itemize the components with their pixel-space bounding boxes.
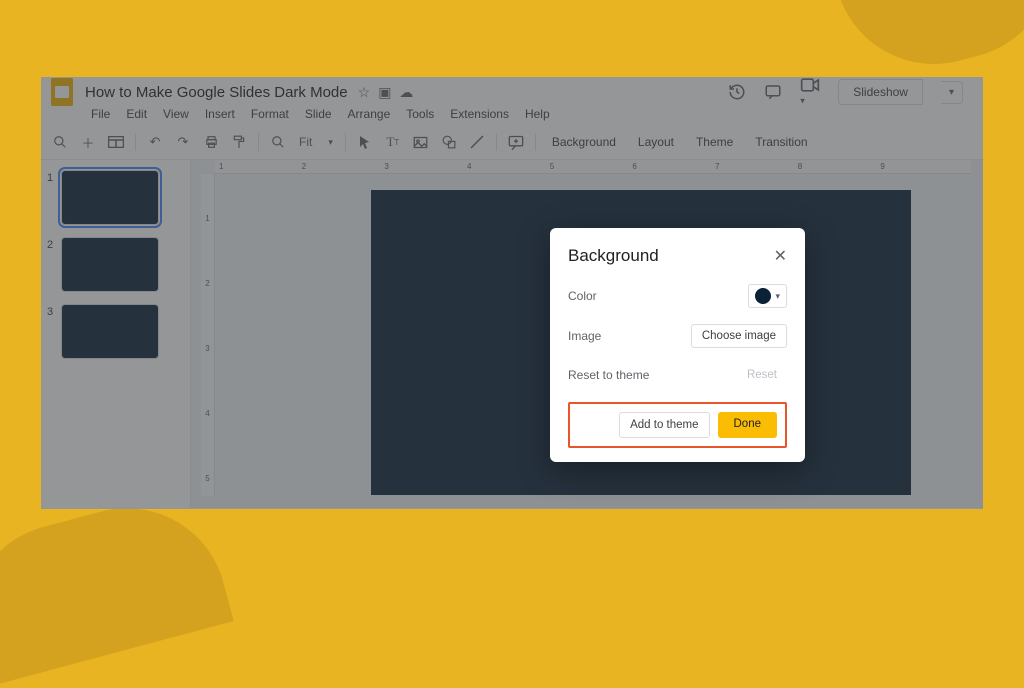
transition-button[interactable]: Transition: [747, 135, 815, 149]
menu-arrange[interactable]: Arrange: [342, 105, 397, 123]
dialog-title: Background: [568, 246, 659, 266]
thumbnail-item[interactable]: 3: [47, 304, 180, 359]
document-title[interactable]: How to Make Google Slides Dark Mode: [85, 84, 348, 101]
google-slides-window: How to Make Google Slides Dark Mode ☆ ▣ …: [41, 77, 983, 509]
color-picker-button[interactable]: ▾: [748, 284, 787, 308]
thumbnail-preview[interactable]: [61, 237, 159, 292]
paint-format-icon[interactable]: [228, 131, 250, 153]
decorative-shape-top-right: [832, 0, 1024, 86]
title-bar: How to Make Google Slides Dark Mode ☆ ▣ …: [41, 77, 983, 103]
slideshow-dropdown[interactable]: ▾: [941, 81, 963, 104]
thumbnail-item[interactable]: 1: [47, 170, 180, 225]
done-button[interactable]: Done: [718, 412, 778, 438]
horizontal-ruler: 1 2 3 4 5 6 7 8 9: [215, 160, 971, 174]
image-icon[interactable]: [410, 131, 432, 153]
close-icon[interactable]: ✕: [774, 246, 787, 266]
ruler-tick: 2: [205, 279, 209, 288]
layout-picker-icon[interactable]: [105, 131, 127, 153]
theme-button[interactable]: Theme: [688, 135, 741, 149]
thumbnail-number: 2: [47, 237, 55, 251]
new-slide-icon[interactable]: ＋: [77, 131, 99, 153]
reset-button[interactable]: Reset: [737, 364, 787, 386]
menu-file[interactable]: File: [85, 105, 116, 123]
menu-tools[interactable]: Tools: [400, 105, 440, 123]
background-button[interactable]: Background: [544, 135, 624, 149]
ruler-tick: 4: [205, 409, 209, 418]
search-icon[interactable]: [49, 131, 71, 153]
ruler-tick: 3: [205, 344, 209, 353]
thumbnail-preview[interactable]: [61, 170, 159, 225]
menu-edit[interactable]: Edit: [120, 105, 153, 123]
workspace: 1 2 3 1 2 3 4 5 6 7 8 9 1 2 3 4 5: [41, 160, 983, 508]
slideshow-button[interactable]: Slideshow: [838, 79, 923, 105]
menu-slide[interactable]: Slide: [299, 105, 338, 123]
menu-insert[interactable]: Insert: [199, 105, 241, 123]
chevron-down-icon: ▾: [775, 291, 780, 302]
color-swatch-dot: [755, 288, 771, 304]
zoom-icon[interactable]: [267, 131, 289, 153]
color-row-label: Color: [568, 289, 597, 303]
menu-format[interactable]: Format: [245, 105, 295, 123]
layout-button[interactable]: Layout: [630, 135, 682, 149]
thumbnail-number: 3: [47, 304, 55, 318]
move-folder-icon[interactable]: ▣: [378, 84, 391, 101]
redo-icon[interactable]: ↷: [172, 131, 194, 153]
history-icon[interactable]: [728, 83, 746, 101]
shape-icon[interactable]: [438, 131, 460, 153]
comments-icon[interactable]: [764, 83, 782, 101]
zoom-fit-label: Fit: [299, 135, 312, 149]
thumbnail-number: 1: [47, 170, 55, 184]
select-tool-icon[interactable]: [354, 131, 376, 153]
thumbnail-item[interactable]: 2: [47, 237, 180, 292]
reset-row-label: Reset to theme: [568, 368, 649, 382]
textbox-icon[interactable]: TT: [382, 131, 404, 153]
menu-extensions[interactable]: Extensions: [444, 105, 515, 123]
dialog-footer-highlight: Add to theme Done: [568, 402, 787, 448]
present-camera-icon[interactable]: ▾: [800, 77, 820, 107]
vertical-ruler: 1 2 3 4 5: [201, 174, 215, 496]
toolbar: ＋ ↶ ↷ Fit▾ TT Background Layout Theme Tr…: [41, 127, 983, 160]
line-icon[interactable]: [466, 131, 488, 153]
add-to-theme-button[interactable]: Add to theme: [619, 412, 709, 438]
undo-icon[interactable]: ↶: [144, 131, 166, 153]
ruler-tick: 1: [205, 214, 209, 223]
header-right-controls: ▾ Slideshow ▾: [728, 77, 963, 107]
title-status-icons: ☆ ▣ ☁: [358, 84, 414, 101]
zoom-fit-dropdown[interactable]: Fit▾: [295, 135, 337, 149]
thumbnail-preview[interactable]: [61, 304, 159, 359]
star-icon[interactable]: ☆: [358, 84, 371, 101]
choose-image-button[interactable]: Choose image: [691, 324, 787, 348]
ruler-tick: 5: [205, 474, 209, 483]
slides-logo-icon: [49, 79, 75, 105]
image-row-label: Image: [568, 329, 601, 343]
comment-add-icon[interactable]: [505, 131, 527, 153]
background-dialog: Background ✕ Color ▾ Image Choose image …: [550, 228, 805, 462]
menu-view[interactable]: View: [157, 105, 195, 123]
cloud-saved-icon: ☁: [399, 84, 413, 101]
slide-thumbnail-panel: 1 2 3: [41, 160, 191, 508]
menu-help[interactable]: Help: [519, 105, 556, 123]
print-icon[interactable]: [200, 131, 222, 153]
